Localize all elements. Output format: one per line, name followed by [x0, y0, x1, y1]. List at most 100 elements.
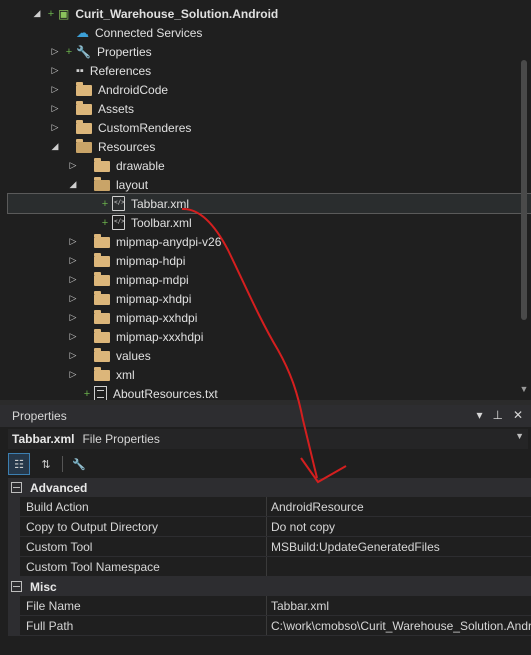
scroll-down-icon[interactable]: ▼	[519, 384, 529, 394]
collapsed-arrow-icon[interactable]: ▷	[50, 84, 60, 95]
property-value[interactable]	[267, 557, 531, 576]
tree-item[interactable]: + Toolbar.xml	[0, 213, 531, 232]
property-value[interactable]: MSBuild:UpdateGeneratedFiles	[267, 537, 531, 556]
explorer-scrollbar[interactable]: ▼	[519, 0, 529, 400]
tree-item[interactable]: ☁ Connected Services	[0, 23, 531, 42]
references-icon: ▪▪	[76, 64, 84, 77]
pin-icon[interactable]: ⊥	[492, 408, 502, 422]
property-row[interactable]: Full Path C:\work\cmobso\Curit_Warehouse_…	[8, 616, 531, 636]
tree-item-label: layout	[116, 177, 149, 192]
tree-item[interactable]: ◢ layout	[0, 175, 531, 194]
tree-item-label: mipmap-anydpi-v26	[116, 234, 222, 249]
collapsed-arrow-icon[interactable]: ▷	[68, 369, 78, 380]
property-row[interactable]: Custom Tool Namespace	[8, 557, 531, 577]
tree-item[interactable]: ▷ + 🔧 Properties	[0, 42, 531, 61]
property-row[interactable]: Custom Tool MSBuild:UpdateGeneratedFiles	[8, 537, 531, 557]
property-value[interactable]: Tabbar.xml	[267, 596, 531, 615]
tree-item-label: mipmap-hdpi	[116, 253, 186, 268]
tree-item[interactable]: ▷ ▪▪ References	[0, 61, 531, 80]
property-value[interactable]: C:\work\cmobso\Curit_Warehouse_Solution.…	[267, 616, 531, 635]
property-value[interactable]: AndroidResource	[267, 497, 531, 516]
tree-item[interactable]: ▷ CustomRenderes	[0, 118, 531, 137]
arrow-placeholder	[50, 28, 60, 38]
tree-item[interactable]: + AboutResources.txt	[0, 384, 531, 400]
property-name: Custom Tool	[20, 537, 267, 556]
expanded-arrow-icon[interactable]: ◢	[32, 8, 42, 19]
property-pages-icon[interactable]: 🔧	[69, 454, 89, 474]
property-value[interactable]: Do not copy	[267, 517, 531, 536]
collapsed-arrow-icon[interactable]: ▷	[68, 312, 78, 323]
android-project-icon: ▣	[58, 6, 70, 21]
collapsed-arrow-icon[interactable]: ▷	[68, 350, 78, 361]
expanded-arrow-icon[interactable]: ◢	[68, 179, 78, 190]
tree-item-label: xml	[116, 367, 135, 382]
collapsed-arrow-icon[interactable]: ▷	[50, 122, 60, 133]
collapsed-arrow-icon[interactable]: ▷	[50, 103, 60, 114]
collapsed-arrow-icon[interactable]: ▷	[68, 160, 78, 171]
pending-add-icon: +	[83, 387, 91, 400]
arrow-placeholder	[86, 199, 96, 209]
tree-item-label: Toolbar.xml	[131, 215, 192, 230]
expanded-arrow-icon[interactable]: ◢	[50, 141, 60, 152]
folder-icon	[94, 367, 110, 381]
tree-item[interactable]: ▷ mipmap-xhdpi	[0, 289, 531, 308]
tree-item-label: AboutResources.txt	[113, 386, 218, 401]
tree-item[interactable]: ▷ mipmap-hdpi	[0, 251, 531, 270]
folder-icon	[76, 82, 92, 96]
folder-open-icon	[76, 139, 92, 153]
property-category[interactable]: Misc	[8, 577, 531, 596]
tree-item[interactable]: ▷ values	[0, 346, 531, 365]
tree-item[interactable]: ▷ AndroidCode	[0, 80, 531, 99]
collapsed-arrow-icon[interactable]: ▷	[68, 236, 78, 247]
dropdown-icon[interactable]: ▾	[476, 408, 482, 422]
properties-title-bar: Properties ▾ ⊥ ✕	[0, 405, 531, 427]
tree-item-label: mipmap-xxxhdpi	[116, 329, 204, 344]
property-category[interactable]: Advanced	[8, 478, 531, 497]
pending-add-icon: +	[101, 216, 109, 229]
tree-item[interactable]: ▷ mipmap-mdpi	[0, 270, 531, 289]
property-row[interactable]: File Name Tabbar.xml	[8, 596, 531, 616]
object-selector[interactable]: Tabbar.xml File Properties ▼	[8, 429, 528, 449]
tree-item[interactable]: + Tabbar.xml	[7, 193, 531, 214]
categorized-icon[interactable]: ☷	[8, 453, 30, 475]
alphabetical-icon[interactable]: ⇅	[36, 454, 56, 474]
collapsed-arrow-icon[interactable]: ▷	[68, 293, 78, 304]
folder-icon	[94, 272, 110, 286]
folder-icon	[76, 120, 92, 134]
tree-item[interactable]: ▷ mipmap-anydpi-v26	[0, 232, 531, 251]
collapsed-arrow-icon[interactable]: ▷	[68, 274, 78, 285]
tree-item[interactable]: ◢ Resources	[0, 137, 531, 156]
row-gutter	[8, 497, 20, 516]
row-gutter	[8, 537, 20, 556]
property-name: File Name	[20, 596, 267, 615]
close-icon[interactable]: ✕	[513, 408, 523, 422]
collapsed-arrow-icon[interactable]: ▷	[50, 46, 60, 57]
tree-item[interactable]: ▷ mipmap-xxxhdpi	[0, 327, 531, 346]
explorer-scroll-thumb[interactable]	[521, 60, 527, 320]
collapsed-arrow-icon[interactable]: ▷	[68, 331, 78, 342]
tree-item-label: mipmap-xhdpi	[116, 291, 192, 306]
collapsed-arrow-icon[interactable]: ▷	[50, 65, 60, 76]
row-gutter	[8, 596, 20, 615]
collapsed-arrow-icon[interactable]: ▷	[68, 255, 78, 266]
property-row[interactable]: Copy to Output Directory Do not copy	[8, 517, 531, 537]
tree-item-label: mipmap-xxhdpi	[116, 310, 198, 325]
tree-item-label: mipmap-mdpi	[116, 272, 189, 287]
tree-item[interactable]: ◢ + ▣ Curit_Warehouse_Solution.Android	[0, 4, 531, 23]
tree-item[interactable]: ▷ xml	[0, 365, 531, 384]
pending-add-icon: +	[101, 197, 109, 210]
folder-icon	[94, 310, 110, 324]
collapse-icon[interactable]	[11, 581, 22, 592]
collapse-icon[interactable]	[11, 482, 22, 493]
category-name: Misc	[30, 579, 57, 594]
property-row[interactable]: Build Action AndroidResource	[8, 497, 531, 517]
row-gutter	[8, 517, 20, 536]
properties-panel: Properties ▾ ⊥ ✕ Tabbar.xml File Propert…	[0, 405, 531, 655]
toolbar-separator	[62, 456, 63, 472]
folder-icon	[94, 158, 110, 172]
tree-item[interactable]: ▷ Assets	[0, 99, 531, 118]
tree-item[interactable]: ▷ drawable	[0, 156, 531, 175]
tree-item[interactable]: ▷ mipmap-xxhdpi	[0, 308, 531, 327]
object-selector-dropdown-icon[interactable]: ▼	[515, 431, 524, 441]
tree-item-label: AndroidCode	[98, 82, 169, 97]
